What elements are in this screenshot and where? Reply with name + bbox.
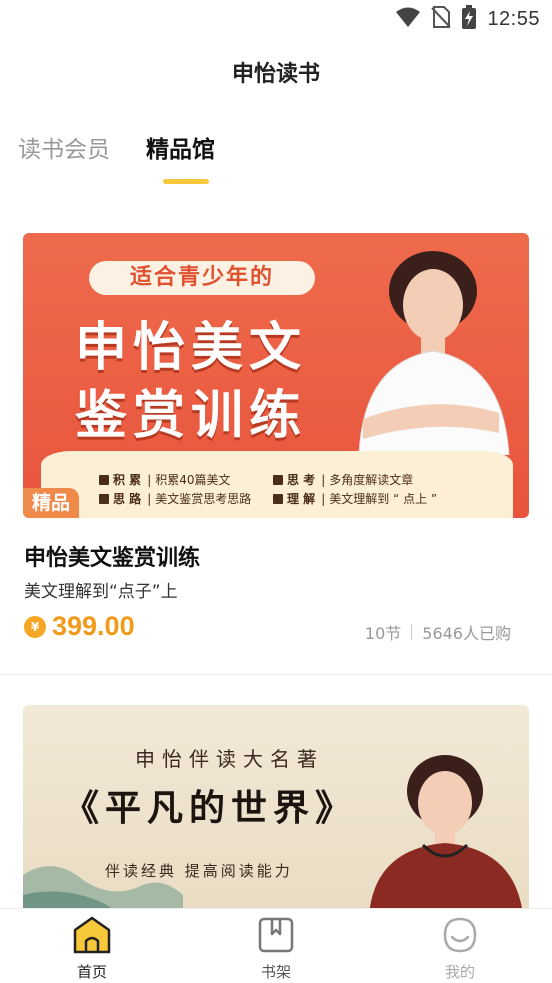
course-banner[interactable]: 申怡伴读大名著 《平凡的世界》 伴读经典 提高阅读能力: [23, 705, 529, 915]
bookshelf-icon: [256, 917, 296, 959]
banner2-subtitle: 伴读经典 提高阅读能力: [105, 862, 293, 880]
nav-bookshelf[interactable]: 书架: [231, 915, 321, 982]
book-icon: [99, 474, 109, 485]
book-icon: [273, 493, 283, 504]
feature-item: 思 考 | 多角度解读文章: [273, 471, 413, 488]
wifi-icon: [395, 6, 421, 32]
purchase-count: 5646人已购: [422, 624, 511, 643]
active-tab-indicator: [163, 179, 209, 184]
book-icon: [273, 474, 283, 485]
nav-profile[interactable]: 我的: [415, 915, 505, 982]
banner2-top-text: 申怡伴读大名著: [135, 747, 324, 771]
course-subtitle: 美文理解到“点子”上: [24, 582, 178, 602]
banner-feature-scroll: 积 累 | 积累40篇美文 思 考 | 多角度解读文章 思 路 | 美文鉴赏思考思路 理 解…: [41, 451, 513, 518]
nav-home-label: 首页: [76, 963, 107, 981]
banner-title-line2: 鉴赏训练: [75, 386, 308, 446]
profile-icon: [440, 917, 480, 959]
course-stats: 10节 5646人已购: [365, 620, 511, 644]
home-icon: [72, 916, 112, 959]
no-sim-icon: [431, 5, 452, 33]
banner-pill-text: 适合青少年的: [89, 261, 315, 295]
course-card[interactable]: 申怡伴读大名著 《平凡的世界》 伴读经典 提高阅读能力: [0, 705, 552, 915]
premium-badge: 精品: [23, 488, 79, 518]
feature-item: 理 解 | 美文理解到 “ 点上 ”: [273, 490, 437, 507]
book-icon: [99, 493, 109, 504]
stats-divider: [411, 624, 413, 640]
banner-title-line1: 申怡美文: [75, 318, 308, 378]
instructor-photo: [369, 755, 523, 915]
tab-reading-membership[interactable]: 读书会员: [18, 130, 110, 164]
status-icons: 12:55: [395, 4, 540, 34]
tab-premium-hall[interactable]: 精品馆: [146, 130, 215, 164]
price-row: ¥ 399.00: [24, 611, 135, 642]
banner2-title: 《平凡的世界》: [63, 787, 358, 829]
battery-charging-icon: [461, 4, 477, 34]
course-price: 399.00: [52, 611, 135, 641]
nav-home[interactable]: 首页: [47, 915, 137, 982]
course-banner[interactable]: 适合青少年的 申怡美文 鉴赏训练 积 累 | 积累40篇美文 思 考 | 多角度解读文章…: [23, 233, 529, 518]
feature-item: 积 累 | 积累40篇美文: [99, 471, 231, 488]
course-title[interactable]: 申怡美文鉴赏训练: [24, 540, 200, 572]
status-time: 12:55: [487, 7, 540, 30]
status-bar: 12:55: [0, 0, 552, 40]
feature-item: 思 路 | 美文鉴赏思考思路: [99, 490, 251, 507]
nav-bookshelf-label: 书架: [260, 963, 291, 981]
bottom-nav: 首页 书架 我的: [0, 908, 552, 983]
app-title: 申怡读书: [231, 62, 320, 87]
lesson-count: 10节: [364, 624, 402, 643]
coin-icon: ¥: [24, 615, 46, 638]
nav-profile-label: 我的: [444, 963, 475, 981]
instructor-photo: [358, 251, 510, 455]
course-card[interactable]: 适合青少年的 申怡美文 鉴赏训练 积 累 | 积累40篇美文 思 考 | 多角度解读文章…: [0, 233, 552, 675]
